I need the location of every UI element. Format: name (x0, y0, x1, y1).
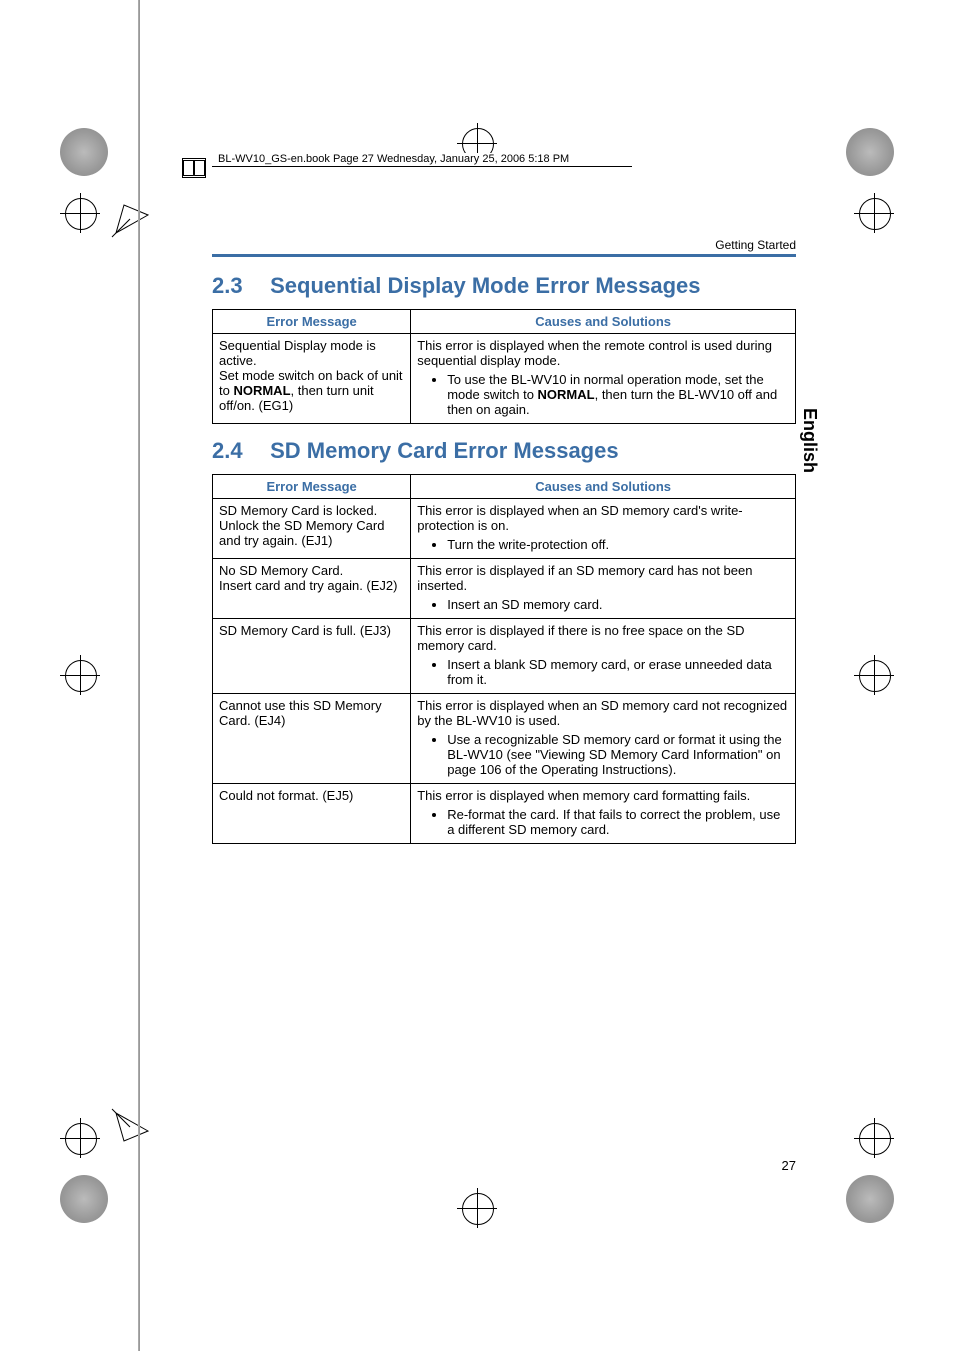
framemaker-header-text: BL-WV10_GS-en.book Page 27 Wednesday, Ja… (214, 153, 573, 165)
registration-mark (462, 1193, 492, 1223)
section-2-4-heading: 2.4 SD Memory Card Error Messages (212, 438, 796, 464)
solution-bullet: Re-format the card. If that fails to cor… (447, 807, 789, 837)
registration-mark (859, 660, 889, 690)
solution-bullet: Insert an SD memory card. (447, 597, 789, 612)
crop-circle-bl (60, 1175, 108, 1223)
solution-bullet: To use the BL-WV10 in normal operation m… (447, 372, 789, 417)
solution-bullet: Turn the write-protection off. (447, 537, 789, 552)
registration-mark (65, 198, 95, 228)
error-message-text: Could not format. (EJ5) (219, 788, 404, 803)
table-row: Sequential Display mode is active. Set m… (213, 334, 796, 424)
section-title: SD Memory Card Error Messages (270, 438, 618, 463)
table-row: SD Memory Card is full. (EJ3) This error… (213, 619, 796, 694)
solution-bullet: Use a recognizable SD memory card or for… (447, 732, 789, 777)
table-header: Causes and Solutions (411, 310, 796, 334)
error-message-text: Sequential Display mode is active. (219, 338, 404, 368)
cause-text: This error is displayed when an SD memor… (417, 503, 789, 533)
language-tab: English (799, 408, 820, 473)
crop-circle-tr (846, 128, 894, 176)
error-table-2-4: Error Message Causes and Solutions SD Me… (212, 474, 796, 844)
book-icon (182, 158, 206, 178)
cause-text: This error is displayed if an SD memory … (417, 563, 789, 593)
section-number: 2.4 (212, 438, 264, 464)
error-message-text: Unlock the SD Memory Card and try again.… (219, 518, 404, 548)
cause-text: This error is displayed when the remote … (417, 338, 789, 368)
table-header: Error Message (213, 310, 411, 334)
registration-mark (65, 660, 95, 690)
page-frame: BL-WV10_GS-en.book Page 27 Wednesday, Ja… (138, 158, 816, 1193)
error-message-text: Set mode switch on back of unit to NORMA… (219, 368, 404, 413)
section-2-3-heading: 2.3 Sequential Display Mode Error Messag… (212, 273, 796, 299)
section-title: Sequential Display Mode Error Messages (270, 273, 700, 298)
page-number: 27 (782, 1158, 796, 1173)
error-message-text: SD Memory Card is locked. (219, 503, 404, 518)
cause-text: This error is displayed when an SD memor… (417, 698, 789, 728)
error-message-text: Insert card and try again. (EJ2) (219, 578, 404, 593)
solution-bullet: Insert a blank SD memory card, or erase … (447, 657, 789, 687)
registration-mark (65, 1123, 95, 1153)
error-message-text: Cannot use this SD Memory Card. (EJ4) (219, 698, 404, 728)
table-header: Error Message (213, 475, 411, 499)
running-rule (212, 254, 796, 257)
table-row: SD Memory Card is locked. Unlock the SD … (213, 499, 796, 559)
page-content: Getting Started 2.3 Sequential Display M… (212, 238, 796, 858)
cause-text: This error is displayed when memory card… (417, 788, 789, 803)
error-message-text: No SD Memory Card. (219, 563, 404, 578)
crop-circle-tl (60, 128, 108, 176)
table-row: Could not format. (EJ5) This error is di… (213, 784, 796, 844)
framemaker-header: BL-WV10_GS-en.book Page 27 Wednesday, Ja… (182, 158, 632, 178)
table-row: Cannot use this SD Memory Card. (EJ4) Th… (213, 694, 796, 784)
cause-text: This error is displayed if there is no f… (417, 623, 789, 653)
table-row: No SD Memory Card. Insert card and try a… (213, 559, 796, 619)
table-header: Causes and Solutions (411, 475, 796, 499)
registration-mark (859, 1123, 889, 1153)
registration-mark (859, 198, 889, 228)
error-message-text: SD Memory Card is full. (EJ3) (219, 623, 404, 638)
error-table-2-3: Error Message Causes and Solutions Seque… (212, 309, 796, 424)
section-number: 2.3 (212, 273, 264, 299)
running-head: Getting Started (212, 238, 796, 252)
crop-circle-br (846, 1175, 894, 1223)
